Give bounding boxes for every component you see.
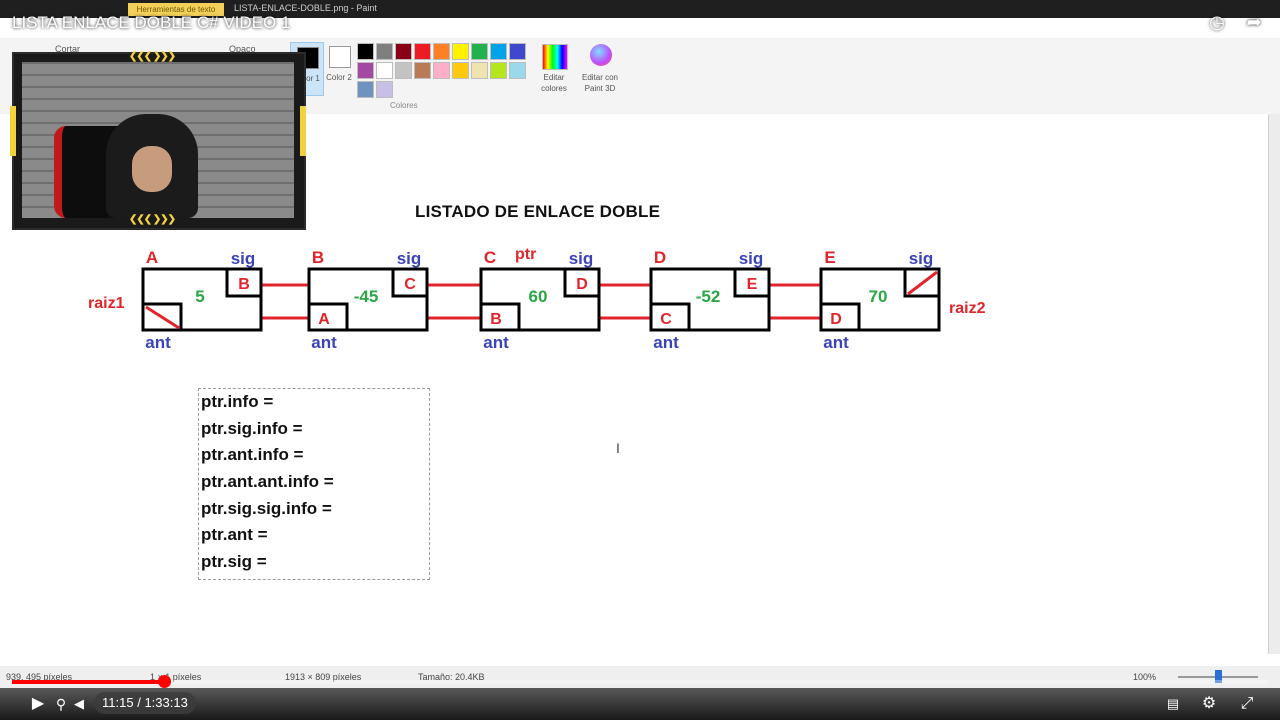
progress-scrubber[interactable] <box>157 675 171 688</box>
node-sig-label: sig <box>397 249 422 268</box>
gear-icon[interactable]: ⚙ <box>1198 694 1220 714</box>
time-separator: / <box>137 695 141 710</box>
sig-pointer-value: D <box>576 276 588 293</box>
list-node: Asig ant 5 B <box>141 248 263 352</box>
root-right-label: raiz2 <box>949 300 986 317</box>
duration: 1:33:13 <box>144 695 188 710</box>
node-info-value: 60 <box>529 287 548 306</box>
sig-pointer-value: B <box>238 276 250 293</box>
play-icon[interactable]: ▶ <box>28 694 48 714</box>
node-info-value: 70 <box>869 287 888 306</box>
null-pointer-slash <box>145 305 180 330</box>
node-name-label: E <box>824 248 835 267</box>
node-boxes: Asig ant 5 B B sig ant -45 C A C sig ant 60 D B D sig ant -… <box>141 248 941 352</box>
list-node: Csig ant 60 D B <box>479 248 601 352</box>
node-name-label: C <box>484 248 496 267</box>
clock-icon[interactable]: ◷ <box>1205 10 1229 34</box>
node-name-label: A <box>146 248 158 267</box>
root-left-label: raiz1 <box>88 295 125 312</box>
search-icon[interactable]: ⚲ <box>52 694 70 714</box>
list-node: Bsig ant -45 C A <box>307 248 429 352</box>
progress-bar[interactable] <box>12 680 1268 684</box>
node-name-label: D <box>654 248 666 267</box>
paint-statusbar: 939, 495 píxeles 1 × 1 píxeles 1913 × 80… <box>0 666 1280 688</box>
node-info-value: -45 <box>354 287 379 306</box>
sig-pointer-value: E <box>747 276 758 293</box>
code-textbox[interactable]: ptr.info = ptr.sig.info = ptr.ant.info = pt… <box>198 388 430 580</box>
current-time: 11:15 <box>102 695 134 710</box>
ant-pointer-value: C <box>660 311 672 328</box>
volume-icon[interactable]: ◀ <box>70 694 88 714</box>
code-line: ptr.sig.info = <box>201 418 303 438</box>
streamer-face <box>132 146 172 192</box>
webcam-overlay: ❮❮❮ ❯❯❯ ❮❮❮ ❯❯❯ <box>10 51 306 230</box>
time-display: 11:15 / 1:33:13 <box>94 692 196 714</box>
ant-pointer-value: D <box>830 311 842 328</box>
node-info-value: -52 <box>696 287 721 306</box>
node-ant-label: ant <box>145 333 171 352</box>
node-sig-label: sig <box>569 249 594 268</box>
subtitles-icon[interactable]: ▤ <box>1162 694 1184 714</box>
player-controls: ▶ ⚲ ◀ 11:15 / 1:33:13 ▤ ⚙ ⤢ <box>0 688 1280 720</box>
node-name-label: B <box>312 248 324 267</box>
frame-accent-right <box>300 106 306 156</box>
code-line: ptr.sig.sig.info = <box>201 498 332 518</box>
code-line: ptr.sig = <box>201 552 267 572</box>
node-ant-label: ant <box>823 333 849 352</box>
code-line: ptr.info = <box>201 392 274 411</box>
exit-fullscreen-icon[interactable]: ⤢ <box>1236 694 1258 714</box>
code-line: ptr.ant.info = <box>201 445 304 465</box>
frame-chevrons-top: ❮❮❮ ❯❯❯ <box>129 51 176 62</box>
text-cursor-icon: I <box>616 440 620 456</box>
video-title[interactable]: LISTA ENLACE DOBLE C# VIDEO 1 <box>12 13 290 33</box>
ant-pointer-value: B <box>490 311 502 328</box>
list-node: Dsig ant -52 E C <box>649 248 771 352</box>
progress-played <box>12 680 164 684</box>
null-pointer-slash <box>907 270 938 296</box>
node-sig-label: sig <box>231 249 256 268</box>
node-ant-label: ant <box>483 333 509 352</box>
node-info-value: 5 <box>195 287 204 306</box>
frame-chevrons-bottom: ❮❮❮ ❯❯❯ <box>129 214 176 225</box>
sig-pointer-value: C <box>404 276 416 293</box>
ant-pointer-value: A <box>318 311 330 328</box>
list-node: Esig ant 70 D <box>819 248 941 352</box>
node-ant-label: ant <box>311 333 337 352</box>
share-arrow-icon[interactable]: ➦ <box>1242 10 1266 34</box>
node-ant-label: ant <box>653 333 679 352</box>
code-line: ptr.ant = <box>201 525 268 545</box>
node-sig-label: sig <box>739 249 764 268</box>
pointer-label: ptr <box>515 246 536 263</box>
frame-accent-left <box>10 106 16 156</box>
code-line: ptr.ant.ant.info = <box>201 472 334 492</box>
node-sig-label: sig <box>909 249 934 268</box>
